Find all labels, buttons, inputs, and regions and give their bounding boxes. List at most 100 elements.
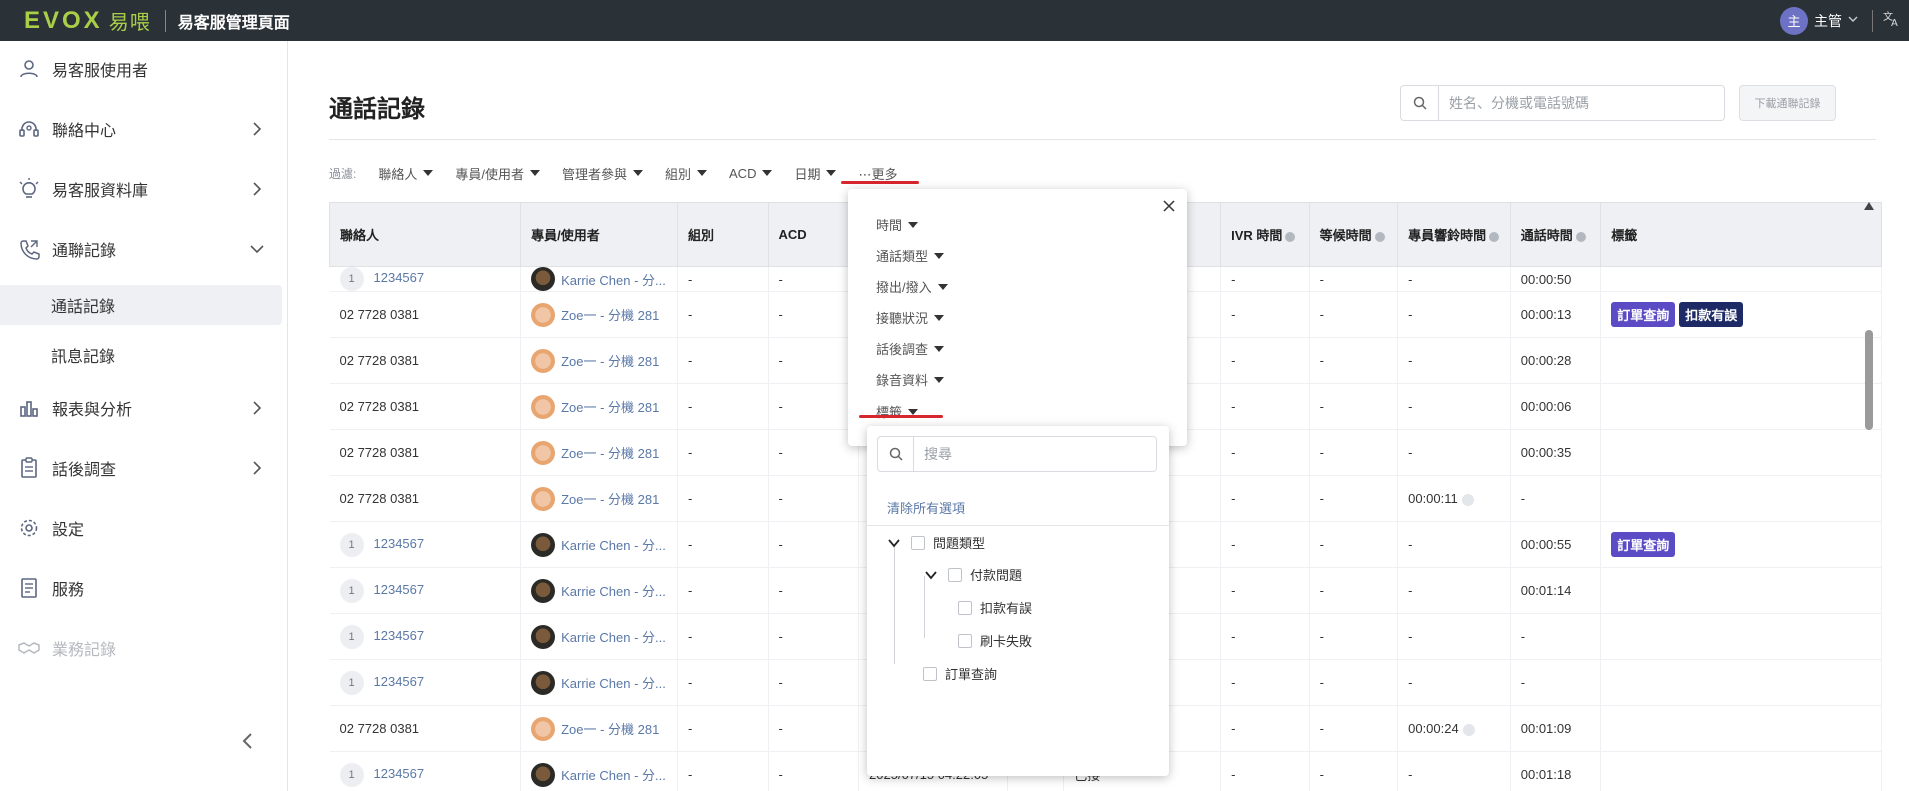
sidebar-item-survey[interactable]: 話後調查 (0, 446, 288, 490)
sidebar-item-reports[interactable]: 報表與分析 (0, 386, 288, 430)
cell-agent[interactable]: Zoe一 - 分機 281 (520, 705, 678, 752)
more-filter-direction[interactable]: 撥出/撥入 (876, 277, 948, 296)
contact-number[interactable]: 1234567 (374, 536, 425, 551)
col-wait[interactable]: 等候時間 (1308, 202, 1399, 267)
sidebar-subitem-message-records[interactable]: 訊息記錄 (0, 335, 282, 375)
cell-contact[interactable]: 1 1234567 (329, 266, 522, 292)
user-name[interactable]: 主管 (1814, 11, 1842, 31)
contact-number[interactable]: 1234567 (374, 582, 425, 597)
cell-contact[interactable]: 1 1234567 (329, 521, 522, 568)
col-tags[interactable]: 標籤 (1600, 202, 1882, 267)
user-avatar[interactable]: 主 (1780, 6, 1808, 35)
more-filter-time[interactable]: 時間 (876, 215, 919, 234)
tree-node[interactable]: 扣款有誤 (958, 598, 1032, 617)
filter-manager[interactable]: 管理者參與 (562, 164, 643, 183)
checkbox[interactable] (958, 600, 972, 615)
cell-contact[interactable]: 1 1234567 (329, 613, 522, 660)
tag-search-input[interactable] (914, 446, 1144, 462)
info-icon[interactable] (1489, 231, 1500, 242)
scroll-up-icon[interactable] (1864, 202, 1874, 210)
checkbox[interactable] (911, 535, 925, 550)
tag-search-field[interactable] (877, 436, 1157, 472)
sidebar-item-call-logs[interactable]: 通聯記錄 (0, 227, 288, 271)
cell-agent[interactable]: Karrie Chen - 分... (520, 521, 678, 568)
tree-node[interactable]: 訂單查詢 (923, 664, 997, 683)
vertical-scrollbar[interactable] (1864, 202, 1874, 791)
cell-contact[interactable]: 1 1234567 (329, 751, 522, 791)
tree-node[interactable]: 付款問題 (924, 565, 1022, 584)
sidebar-item-users[interactable]: 易客服使用者 (0, 47, 288, 91)
col-ivr[interactable]: IVR 時間 (1220, 202, 1310, 267)
agent-name[interactable]: Karrie Chen - 分... (561, 765, 666, 784)
contact-number[interactable]: 1234567 (374, 628, 425, 643)
cell-agent[interactable]: Karrie Chen - 分... (520, 266, 678, 292)
agent-name[interactable]: Karrie Chen - 分... (561, 627, 666, 646)
cell-agent[interactable]: Zoe一 - 分機 281 (520, 383, 678, 430)
cell-contact[interactable]: 02 7728 0381 (329, 337, 522, 384)
cell-agent[interactable]: Zoe一 - 分機 281 (520, 475, 678, 522)
contact-number[interactable]: 1234567 (374, 270, 425, 285)
col-group[interactable]: 組別 (677, 202, 769, 267)
filter-agent[interactable]: 專員/使用者 (455, 164, 540, 183)
playback-icon[interactable] (1461, 493, 1474, 506)
more-filter-answer-status[interactable]: 接聽狀況 (876, 308, 945, 327)
clear-all-button[interactable]: 清除所有選項 (887, 498, 965, 517)
filter-contact[interactable]: 聯絡人 (378, 164, 434, 183)
checkbox[interactable] (948, 567, 962, 582)
cell-agent[interactable]: Karrie Chen - 分... (520, 567, 678, 614)
agent-name[interactable]: Karrie Chen - 分... (561, 270, 666, 289)
info-icon[interactable] (1374, 231, 1385, 242)
contact-number[interactable]: 1234567 (374, 766, 425, 781)
tree-node[interactable]: 刷卡失敗 (958, 631, 1032, 650)
col-ring[interactable]: 專員響鈴時間 (1397, 202, 1511, 267)
agent-name[interactable]: Zoe一 - 分機 281 (561, 397, 659, 416)
more-filter-survey[interactable]: 話後調查 (876, 339, 945, 358)
cell-contact[interactable]: 02 7728 0381 (329, 291, 522, 338)
cell-agent[interactable]: Karrie Chen - 分... (520, 751, 678, 791)
checkbox[interactable] (923, 666, 937, 681)
logo[interactable]: EVOX 易喂 (24, 6, 151, 35)
col-contact[interactable]: 聯絡人 (329, 202, 522, 267)
search-field[interactable] (1400, 85, 1725, 121)
info-icon[interactable] (1285, 231, 1296, 242)
col-acd[interactable]: ACD (767, 202, 860, 267)
sidebar-item-settings[interactable]: 設定 (0, 506, 288, 550)
agent-name[interactable]: Zoe一 - 分機 281 (561, 719, 659, 738)
cell-agent[interactable]: Zoe一 - 分機 281 (520, 291, 678, 338)
filter-group[interactable]: 組別 (665, 164, 708, 183)
download-records-button[interactable]: 下載通聯記錄 (1739, 85, 1836, 121)
cell-contact[interactable]: 1 1234567 (329, 567, 522, 614)
tag-badge[interactable]: 扣款有誤 (1679, 302, 1744, 327)
cell-contact[interactable]: 1 1234567 (329, 659, 522, 706)
search-input[interactable] (1439, 95, 1709, 111)
cell-agent[interactable]: Zoe一 - 分機 281 (520, 337, 678, 384)
contact-number[interactable]: 1234567 (374, 674, 425, 689)
info-icon[interactable] (1575, 231, 1586, 242)
agent-name[interactable]: Karrie Chen - 分... (561, 535, 666, 554)
col-talk[interactable]: 通話時間 (1509, 202, 1602, 267)
cell-contact[interactable]: 02 7728 0381 (329, 475, 522, 522)
agent-name[interactable]: Karrie Chen - 分... (561, 581, 666, 600)
cell-contact[interactable]: 02 7728 0381 (329, 383, 522, 430)
agent-name[interactable]: Zoe一 - 分機 281 (561, 489, 659, 508)
cell-agent[interactable]: Karrie Chen - 分... (520, 659, 678, 706)
more-filter-call-type[interactable]: 通話類型 (876, 246, 945, 265)
collapse-sidebar-icon[interactable] (238, 731, 258, 751)
sidebar-item-contact-center[interactable]: 聯絡中心 (0, 107, 288, 151)
tag-badge[interactable]: 訂單查詢 (1611, 532, 1676, 557)
agent-name[interactable]: Zoe一 - 分機 281 (561, 443, 659, 462)
chevron-down-icon[interactable] (1848, 14, 1858, 27)
col-agent[interactable]: 專員/使用者 (520, 202, 678, 267)
more-filter-tags[interactable]: 標籤 (876, 402, 919, 421)
cell-agent[interactable]: Karrie Chen - 分... (520, 613, 678, 660)
chevron-down-icon[interactable] (924, 568, 938, 582)
agent-name[interactable]: Karrie Chen - 分... (561, 673, 666, 692)
cell-contact[interactable]: 02 7728 0381 (329, 705, 522, 752)
cell-contact[interactable]: 02 7728 0381 (329, 429, 522, 476)
filter-date[interactable]: 日期 (794, 164, 837, 183)
sidebar-subitem-call-records[interactable]: 通話記錄 (0, 285, 282, 325)
agent-name[interactable]: Zoe一 - 分機 281 (561, 305, 659, 324)
tree-node[interactable]: 問題類型 (887, 533, 985, 552)
agent-name[interactable]: Zoe一 - 分機 281 (561, 351, 659, 370)
close-icon[interactable] (1163, 199, 1175, 217)
